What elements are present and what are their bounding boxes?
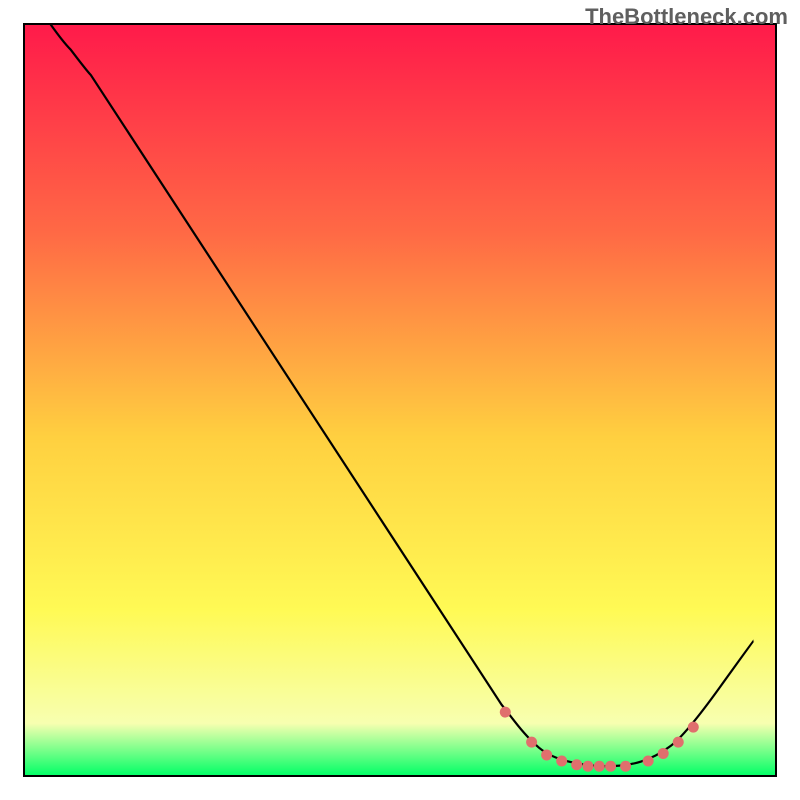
marker-point: [500, 707, 511, 718]
plot-background: [24, 24, 776, 776]
attribution-label: TheBottleneck.com: [585, 4, 788, 30]
marker-point: [605, 761, 616, 772]
marker-point: [688, 722, 699, 733]
marker-point: [526, 737, 537, 748]
marker-point: [583, 761, 594, 772]
marker-point: [673, 737, 684, 748]
marker-point: [556, 755, 567, 766]
marker-point: [620, 761, 631, 772]
marker-point: [658, 748, 669, 759]
marker-point: [594, 761, 605, 772]
chart-container: TheBottleneck.com: [0, 0, 800, 800]
marker-point: [541, 749, 552, 760]
chart-svg: [0, 0, 800, 800]
marker-point: [643, 755, 654, 766]
marker-point: [571, 759, 582, 770]
